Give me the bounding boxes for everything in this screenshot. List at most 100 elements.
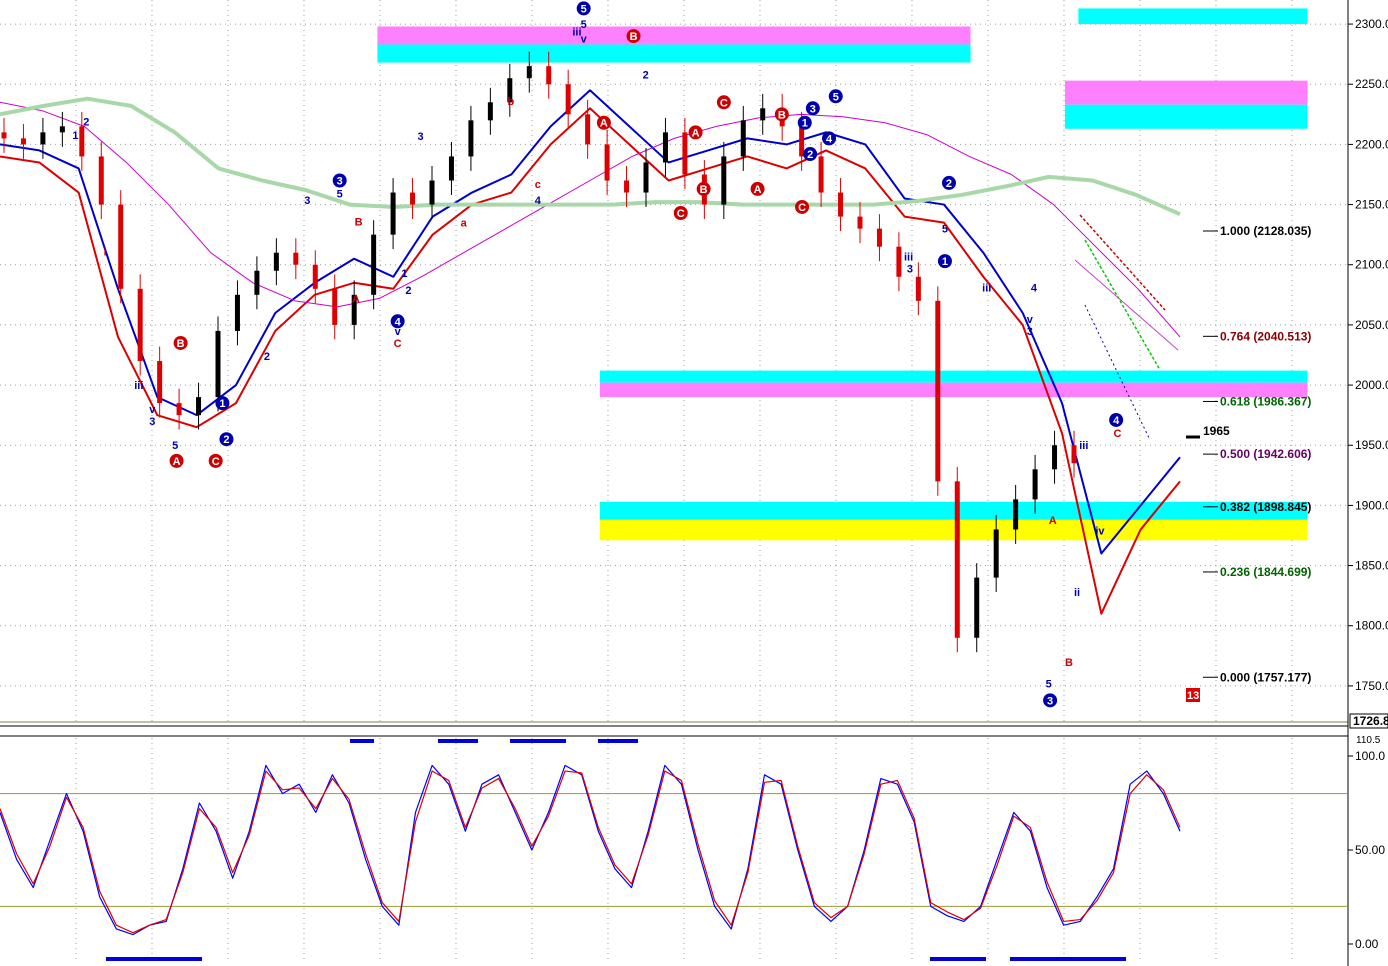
- candle-body: [1013, 499, 1019, 530]
- price-chart[interactable]: 1.000 (2128.035) 0.764 (2040.513) 0.618 (1…: [0, 0, 1388, 966]
- candle-body: [721, 156, 727, 205]
- candle-body: [410, 192, 416, 205]
- candle-body: [682, 132, 688, 175]
- candle-body: [1032, 469, 1038, 500]
- wave-label: 3: [1047, 695, 1053, 707]
- wave-label: a: [461, 218, 468, 230]
- zone-band: [377, 26, 971, 45]
- wave-label: 2: [83, 117, 89, 129]
- wave-label: A: [352, 293, 360, 305]
- fib-level-label: 0.764 (2040.513): [1220, 329, 1311, 343]
- zone-band: [599, 501, 1308, 520]
- last-price-label: 1726.8: [1353, 714, 1388, 728]
- candle-body: [954, 481, 960, 638]
- candle-body: [176, 403, 182, 416]
- wave-label: c: [535, 179, 541, 191]
- wave-label: 2: [643, 70, 649, 82]
- wave-label: 2: [946, 178, 952, 190]
- wave-label: 5: [581, 19, 587, 31]
- wave-label: C: [212, 456, 220, 468]
- wave-label: 1: [942, 256, 948, 268]
- zone-band: [599, 382, 1308, 398]
- wave-label: 2: [807, 149, 813, 161]
- candle-body: [760, 108, 766, 121]
- wave-label: B: [630, 31, 638, 43]
- wave-label: C: [1114, 428, 1122, 440]
- candle-body: [857, 216, 863, 229]
- wave-label: ii: [1074, 587, 1080, 599]
- wave-label: 5: [1046, 678, 1052, 690]
- price-axis: 2300.00 2250.00 2200.00 2150.00 2100.00 2050.…: [1348, 17, 1388, 693]
- wave-label: v: [1027, 314, 1034, 326]
- axis-tick-label: 2100.00: [1355, 258, 1388, 272]
- wave-label: 5: [581, 3, 587, 15]
- wave-label: C: [677, 208, 685, 220]
- candle-body: [234, 294, 240, 331]
- wave-label: i: [104, 246, 107, 258]
- candle-body: [662, 132, 668, 163]
- candle-body: [993, 529, 999, 578]
- wave-label: A: [1049, 515, 1057, 527]
- candle-body: [643, 162, 649, 193]
- wave-label: 5: [172, 440, 178, 452]
- axis-tick-label: 1800.00: [1355, 619, 1388, 633]
- wave-label: B: [1065, 657, 1073, 669]
- wave-label: 3: [907, 263, 913, 275]
- wave-label: 2: [264, 351, 270, 363]
- candle-body: [974, 577, 980, 638]
- wave-label: 5: [337, 189, 343, 201]
- wave-label: 1: [401, 268, 407, 280]
- fib-level-label: 0.000 (1757.177): [1220, 670, 1311, 684]
- signal-bar: [106, 957, 202, 961]
- axis-tick-label: 2050.00: [1355, 318, 1388, 332]
- wave-label: B: [355, 216, 363, 228]
- pti-badge-text: 13PTI: [1187, 690, 1216, 702]
- axis-tick-label: 2000.00: [1355, 378, 1388, 392]
- candle-body: [293, 252, 299, 265]
- pti-badge: 13PTI: [1186, 688, 1216, 702]
- fib-level-label: 0.236 (1844.699): [1220, 565, 1311, 579]
- stochastic-axis: 100.0 50.00 0.00: [1348, 749, 1385, 951]
- candle-body: [876, 228, 882, 247]
- zone-band: [599, 370, 1308, 383]
- wave-label: 4: [826, 133, 833, 145]
- candle-body: [1071, 445, 1077, 464]
- wave-label: iii: [1079, 440, 1088, 452]
- candle-body: [526, 66, 532, 79]
- candle-body: [40, 132, 46, 145]
- zone-band: [1064, 104, 1308, 129]
- wave-label: 2: [405, 285, 411, 297]
- wave-label: 5: [833, 91, 839, 103]
- wave-label: v: [149, 404, 156, 416]
- wave-label: 1: [72, 130, 78, 142]
- wave-label: 4: [535, 195, 542, 207]
- candle-body: [740, 120, 746, 157]
- candle-body: [1, 132, 7, 139]
- axis-tick-label: 1850.00: [1355, 559, 1388, 573]
- stochastic-axis-label: 0.00: [1355, 937, 1379, 951]
- zone-band: [599, 519, 1308, 541]
- wave-label: 5: [942, 224, 948, 236]
- wave-label: A: [600, 118, 608, 130]
- axis-tick-label: 2300.00: [1355, 17, 1388, 31]
- candle-body: [157, 361, 163, 404]
- wave-label: 3: [810, 103, 816, 115]
- stochastic-axis-label: 50.00: [1355, 843, 1385, 857]
- candle-body: [215, 330, 221, 398]
- wave-label: 3: [337, 176, 343, 188]
- candle-body: [585, 114, 591, 145]
- candle-body: [799, 126, 805, 157]
- wave-label: 2: [223, 434, 229, 446]
- candle-body: [429, 180, 435, 205]
- wave-label: 4: [1113, 415, 1120, 427]
- candle-body: [487, 102, 493, 121]
- wave-label: B: [778, 109, 786, 121]
- candle-body: [254, 270, 260, 295]
- signal-bar: [598, 739, 638, 743]
- wave-label: 3: [149, 416, 155, 428]
- candle-body: [468, 120, 474, 157]
- signal-bar: [438, 739, 478, 743]
- candle-body: [20, 138, 26, 145]
- wave-label: iii: [904, 251, 913, 263]
- wave-label: C: [798, 202, 806, 214]
